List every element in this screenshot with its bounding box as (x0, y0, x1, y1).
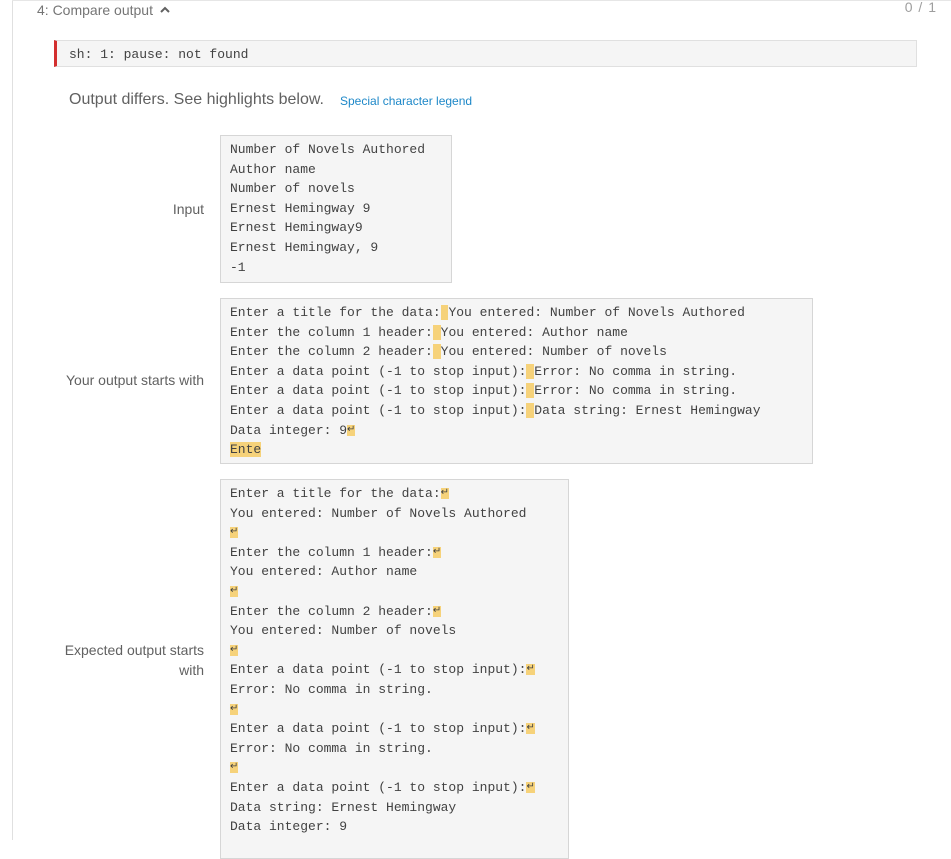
your-output-line: Enter the column 2 header: You entered: … (230, 342, 803, 362)
your-output-line: Enter the column 1 header: You entered: … (230, 323, 803, 343)
newline-marker-icon: ↵ (230, 585, 239, 597)
line-text: Enter the column 2 header: (230, 603, 433, 619)
expected-output-line: ↵ (230, 582, 559, 602)
expected-output-line: Error: No comma in string. (230, 680, 559, 700)
newline-marker-icon: ↵ (230, 762, 239, 774)
line-text: Enter a title for the data: (230, 305, 441, 320)
line-text: Enter the column 1 header: (230, 544, 433, 560)
expected-output-line: ↵ (230, 758, 559, 778)
line-rest-text: Error: No comma in string. (534, 383, 738, 399)
input-line: Author name (230, 161, 316, 177)
line-text: Enter a data point (-1 to stop input): (230, 721, 527, 737)
your-output-line: Enter a data point (-1 to stop input): D… (230, 401, 803, 421)
line-text: Data integer: 9 (230, 422, 348, 438)
your-output-label: Your output starts with (65, 372, 204, 388)
line-text: Enter a title for the data: (230, 486, 441, 501)
line-rest-text: Data string: Ernest Hemingway (534, 402, 761, 418)
expected-output-line: Enter a data point (-1 to stop input):↵ (230, 719, 559, 739)
line-text: Enter a data point (-1 to stop input): (230, 363, 527, 379)
line-text: Enter a data point (-1 to stop input): (230, 662, 527, 678)
score-badge: 0 / 1 (904, 0, 937, 15)
newline-marker-icon: ↵ (526, 781, 535, 793)
newline-marker-icon: ↵ (526, 723, 535, 735)
newline-marker-icon: ↵ (432, 605, 442, 617)
input-box: Number of Novels Authored Author name Numb… (220, 135, 452, 283)
your-output-line: Enter a data point (-1 to stop input): E… (230, 381, 803, 401)
line-text: Enter a data point (-1 to stop input): (230, 779, 527, 795)
line-text: Error: No comma in string. (230, 681, 433, 697)
line-text: Enter a data point (-1 to stop input): (230, 383, 527, 399)
line-rest-text: You entered: Number of novels (440, 344, 667, 360)
expected-output-line: Data string: Ernest Hemingway (230, 798, 559, 818)
line-text: You entered: Author name (230, 564, 418, 580)
your-output-line: Ente (230, 440, 803, 460)
top-rule (12, 0, 951, 1)
newline-marker-icon: ↵ (230, 703, 239, 715)
expected-label-line2: with (179, 662, 204, 678)
line-rest-text: You entered: Number of Novels Authored (448, 305, 745, 320)
line-text: Data string: Ernest Hemingway (230, 799, 457, 815)
line-rest-text: Error: No comma in string. (534, 363, 738, 379)
left-rule (12, 0, 13, 840)
your-output-line: Data integer: 9↵ (230, 421, 803, 441)
expected-output-line: ↵ (230, 523, 559, 543)
diff-highlight (432, 324, 441, 340)
line-text: You entered: Number of novels (230, 623, 457, 639)
expected-output-line: Enter the column 2 header:↵ (230, 602, 559, 622)
your-output-line: Enter a data point (-1 to stop input): E… (230, 362, 803, 382)
expected-output-line: You entered: Author name (230, 562, 559, 582)
expected-output-line: You entered: Number of Novels Authored (230, 504, 559, 524)
diff-highlight: Ente (230, 442, 262, 458)
input-label: Input (172, 201, 204, 217)
expected-output-line: Enter a data point (-1 to stop input):↵ (230, 778, 559, 798)
diff-highlight (432, 344, 441, 360)
expected-output-line: ↵ (230, 700, 559, 720)
expected-output-line: You entered: Number of novels (230, 621, 559, 641)
line-rest-text: You entered: Author name (440, 324, 628, 340)
newline-marker-icon: ↵ (230, 644, 239, 656)
input-line: Number of novels (230, 181, 355, 197)
newline-marker-icon: ↵ (432, 546, 442, 558)
special-character-legend-link[interactable]: Special character legend (340, 94, 472, 108)
line-text: Enter the column 1 header: (230, 324, 433, 340)
expected-output-line: Enter the column 1 header:↵ (230, 543, 559, 563)
expected-output-label: Expected output starts with (54, 640, 204, 680)
your-output-box: Enter a title for the data: You entered:… (220, 298, 813, 464)
line-text: Enter the column 2 header: (230, 344, 433, 360)
expected-output-box: Enter a title for the data:↵ You entered:… (220, 479, 569, 859)
input-line: -1 (230, 259, 246, 275)
line-text: You entered: Number of Novels Authored (230, 505, 527, 521)
newline-marker-icon: ↵ (230, 527, 239, 539)
newline-marker-icon: ↵ (347, 424, 356, 436)
chevron-up-icon[interactable] (159, 4, 171, 16)
section-header[interactable]: 4: Compare output (37, 2, 171, 18)
line-text: Error: No comma in string. (230, 740, 433, 756)
newline-marker-icon: ↵ (526, 664, 535, 676)
expected-label-line1: Expected output starts (64, 642, 204, 658)
expected-output-line: Enter a data point (-1 to stop input):↵ (230, 660, 559, 680)
input-line: Number of Novels Authored (230, 142, 426, 157)
line-text: Enter a data point (-1 to stop input): (230, 402, 527, 418)
error-message: sh: 1: pause: not found (54, 40, 917, 67)
input-line: Ernest Hemingway 9 (230, 200, 371, 216)
expected-output-line: Enter a title for the data:↵ (230, 484, 559, 504)
section-title: 4: Compare output (37, 2, 153, 18)
expected-output-line: ↵ (230, 641, 559, 661)
input-line: Ernest Hemingway, 9 (230, 239, 379, 255)
line-text: Data integer: 9 (230, 819, 348, 835)
input-line: Ernest Hemingway9 (230, 220, 363, 236)
your-output-line: Enter a title for the data: You entered:… (230, 303, 803, 323)
expected-output-line: Data integer: 9 (230, 817, 559, 837)
expected-output-line: Error: No comma in string. (230, 739, 559, 759)
newline-marker-icon: ↵ (440, 488, 450, 499)
differs-text: Output differs. See highlights below. (69, 91, 324, 108)
